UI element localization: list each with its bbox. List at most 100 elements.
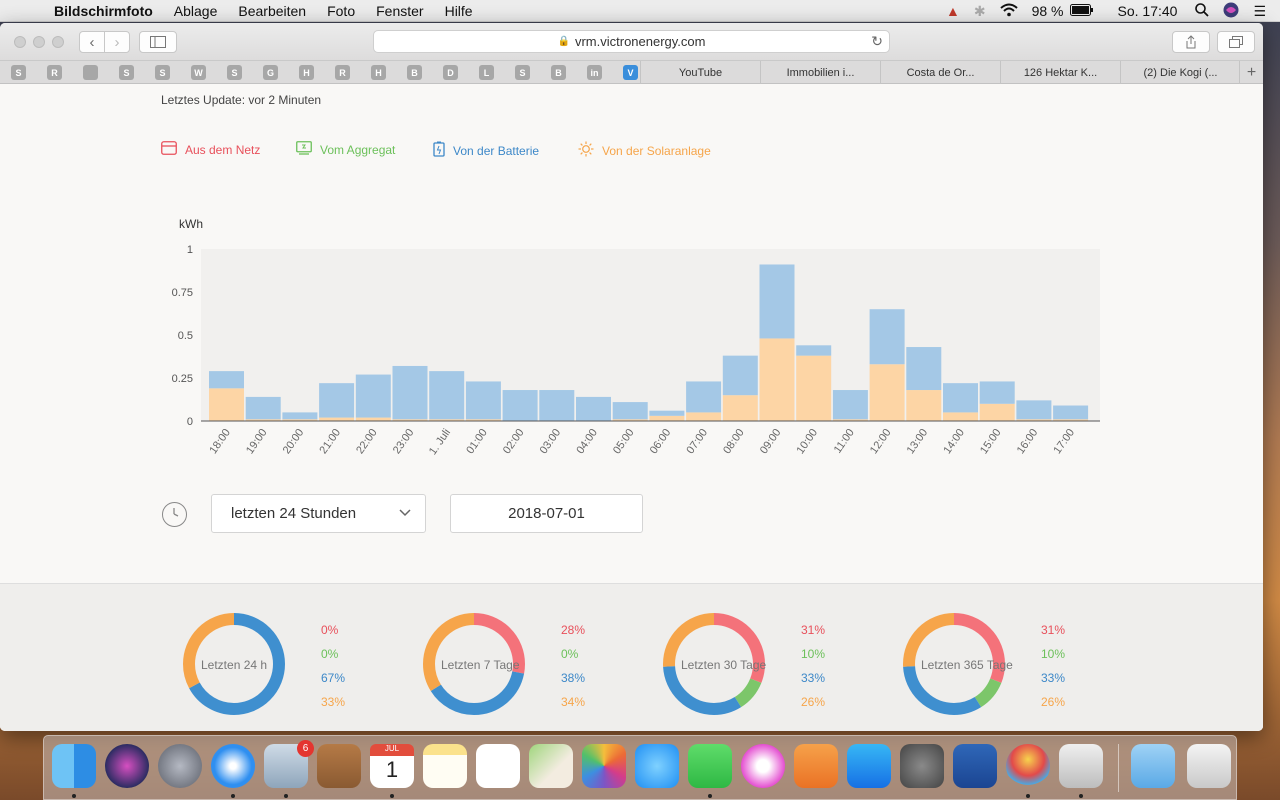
x-tick-label: 15:00 xyxy=(978,427,1004,456)
tab-costa[interactable]: Costa de Or... xyxy=(880,61,1000,84)
forward-button[interactable]: › xyxy=(104,31,130,53)
tab-immobilien[interactable]: Immobilien i... xyxy=(760,61,880,84)
x-tick-label: 19:00 xyxy=(244,427,270,456)
tab-youtube[interactable]: YouTube xyxy=(640,61,760,84)
bar-battery xyxy=(209,371,244,389)
tab-kogi[interactable]: (2) Die Kogi (... xyxy=(1120,61,1240,84)
clock-icon xyxy=(162,502,187,527)
screenshot-icon[interactable] xyxy=(1059,744,1103,788)
menu-bearbeiten[interactable]: Bearbeiten xyxy=(238,3,306,19)
pinned-tab-11[interactable]: B xyxy=(407,65,422,80)
menu-fenster[interactable]: Fenster xyxy=(376,3,423,19)
pinned-tab-15[interactable]: B xyxy=(551,65,566,80)
tractor-status-icon[interactable]: ▲ xyxy=(946,3,960,19)
launchpad-icon[interactable] xyxy=(158,744,202,788)
zoom-window-button[interactable] xyxy=(52,36,64,48)
safari-icon[interactable] xyxy=(211,744,255,788)
bluetooth-icon[interactable]: ✱ xyxy=(974,3,986,20)
siri-menu-icon[interactable] xyxy=(1223,2,1239,21)
pinned-tab-2[interactable] xyxy=(83,65,98,80)
ibooks-icon[interactable] xyxy=(794,744,838,788)
reload-icon[interactable]: ↻ xyxy=(871,33,883,50)
pinned-tab-17[interactable]: V xyxy=(623,65,638,80)
donut-percent: 0% xyxy=(321,623,339,637)
itunes-icon[interactable] xyxy=(741,744,785,788)
pinned-tab-0[interactable]: S xyxy=(11,65,26,80)
minimize-window-button[interactable] xyxy=(33,36,45,48)
back-button[interactable]: ‹ xyxy=(79,31,105,53)
contacts-icon[interactable] xyxy=(317,744,361,788)
new-tab-button[interactable]: + xyxy=(1239,61,1263,84)
pinned-tab-1[interactable]: R xyxy=(47,65,62,80)
tab-overview-button[interactable] xyxy=(1217,31,1255,53)
bar-solar xyxy=(796,355,832,421)
address-bar[interactable]: 🔒 vrm.victronenergy.com ↻ xyxy=(373,30,890,53)
menu-clock[interactable]: So. 17:40 xyxy=(1118,3,1178,19)
page-content: Letztes Update: vor 2 Minuten Aus dem Ne… xyxy=(0,84,1263,731)
bar-battery xyxy=(686,381,722,413)
pinned-tab-3[interactable]: S xyxy=(119,65,134,80)
appstore-icon[interactable] xyxy=(847,744,891,788)
calendar-icon[interactable]: JUL 1 xyxy=(370,744,414,788)
pinned-tab-9[interactable]: R xyxy=(335,65,350,80)
time-range-value: letzten 24 Stunden xyxy=(231,505,357,522)
notes-icon[interactable] xyxy=(423,744,467,788)
date-input[interactable]: 2018-07-01 xyxy=(450,494,643,533)
share-button[interactable] xyxy=(1172,31,1210,53)
menu-app-name[interactable]: Bildschirmfoto xyxy=(54,3,153,19)
close-window-button[interactable] xyxy=(14,36,26,48)
running-indicator xyxy=(1079,794,1083,798)
running-indicator xyxy=(1026,794,1030,798)
folder-icon[interactable] xyxy=(1131,744,1175,788)
pinned-tab-13[interactable]: L xyxy=(479,65,494,80)
pinned-tab-6[interactable]: S xyxy=(227,65,242,80)
bar-battery xyxy=(943,383,978,413)
pinned-tab-5[interactable]: W xyxy=(191,65,206,80)
tab-hektar[interactable]: 126 Hektar K... xyxy=(1000,61,1120,84)
menu-ablage[interactable]: Ablage xyxy=(174,3,218,19)
notification-center-icon[interactable]: ☰ xyxy=(1253,3,1266,20)
pinned-tab-letter: B xyxy=(555,67,562,78)
menu-hilfe[interactable]: Hilfe xyxy=(445,3,473,19)
time-range-select[interactable]: letzten 24 Stunden xyxy=(211,494,426,533)
bar-battery xyxy=(1016,400,1052,420)
y-tick-label: 0.75 xyxy=(172,287,193,299)
donut-percent: 34% xyxy=(561,695,586,709)
donut-percent: 0% xyxy=(321,647,339,661)
donut-percent: 28% xyxy=(561,623,586,637)
pinned-tab-8[interactable]: H xyxy=(299,65,314,80)
pinned-tab-letter: in xyxy=(590,67,599,78)
wifi-icon[interactable] xyxy=(999,3,1018,20)
pinned-tab-10[interactable]: H xyxy=(371,65,386,80)
spotlight-search-icon[interactable] xyxy=(1195,2,1210,20)
x-tick-label: 12:00 xyxy=(868,427,894,456)
victron-icon[interactable] xyxy=(953,744,997,788)
photos-icon[interactable] xyxy=(582,744,626,788)
siri-icon[interactable] xyxy=(105,744,149,788)
bar-solar xyxy=(686,412,722,421)
balloon-icon[interactable] xyxy=(1006,744,1050,788)
sidebar-toggle-button[interactable] xyxy=(139,31,177,53)
bar-battery xyxy=(539,390,575,421)
trash-icon[interactable] xyxy=(1187,744,1231,788)
pinned-tab-4[interactable]: S xyxy=(155,65,170,80)
pinned-tab-14[interactable]: S xyxy=(515,65,530,80)
y-tick-label: 0.25 xyxy=(172,373,193,385)
messages-icon[interactable] xyxy=(635,744,679,788)
facetime-icon[interactable] xyxy=(688,744,732,788)
x-tick-label: 05:00 xyxy=(611,427,637,456)
battery-icon[interactable] xyxy=(1069,3,1094,19)
x-tick-label: 09:00 xyxy=(758,427,784,456)
pinned-tab-16[interactable]: in xyxy=(587,65,602,80)
pinned-tab-7[interactable]: G xyxy=(263,65,278,80)
maps-icon[interactable] xyxy=(529,744,573,788)
menu-foto[interactable]: Foto xyxy=(327,3,355,19)
chevron-down-icon xyxy=(399,506,411,520)
pinned-tab-letter: G xyxy=(266,67,274,78)
pinned-tab-12[interactable]: D xyxy=(443,65,458,80)
finder-icon[interactable] xyxy=(52,744,96,788)
system-preferences-icon[interactable] xyxy=(900,744,944,788)
x-tick-label: 16:00 xyxy=(1015,427,1041,456)
reminders-icon[interactable] xyxy=(476,744,520,788)
bar-solar xyxy=(209,388,244,421)
